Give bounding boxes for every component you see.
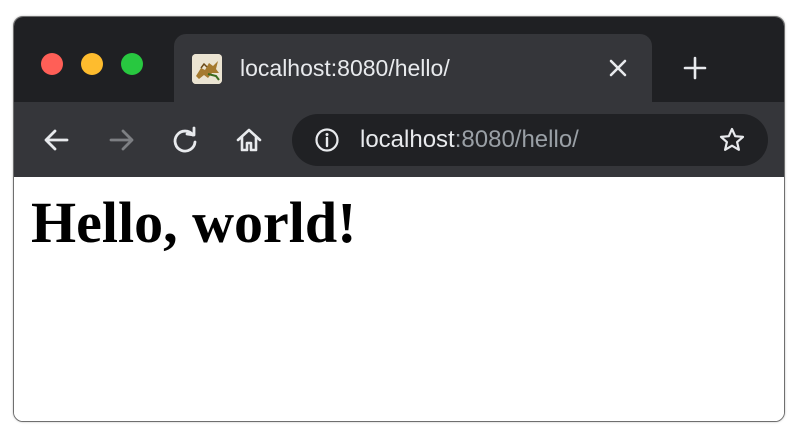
tomcat-favicon-icon bbox=[192, 54, 222, 84]
address-bar[interactable]: localhost:8080/hello/ bbox=[292, 114, 768, 166]
page-content: Hello, world! bbox=[14, 177, 784, 421]
window-minimize-button[interactable] bbox=[81, 53, 103, 75]
star-icon[interactable] bbox=[718, 126, 746, 154]
tab-title: localhost:8080/hello/ bbox=[240, 55, 450, 81]
window-maximize-button[interactable] bbox=[121, 53, 143, 75]
browser-toolbar: localhost:8080/hello/ bbox=[14, 102, 784, 177]
url-text[interactable]: localhost:8080/hello/ bbox=[360, 126, 579, 154]
browser-window: localhost:8080/hello/ localhost:8080/hel… bbox=[13, 16, 785, 422]
page-heading: Hello, world! bbox=[31, 190, 357, 255]
window-close-button[interactable] bbox=[41, 53, 63, 75]
url-path: :8080/hello/ bbox=[454, 126, 579, 153]
new-tab-icon[interactable] bbox=[682, 55, 708, 81]
close-tab-icon[interactable] bbox=[606, 56, 630, 80]
info-icon[interactable] bbox=[314, 127, 340, 153]
arrow-right-icon[interactable] bbox=[106, 125, 136, 155]
reload-icon[interactable] bbox=[170, 125, 200, 155]
tab-active[interactable]: localhost:8080/hello/ bbox=[174, 34, 652, 102]
url-host: localhost bbox=[360, 126, 455, 153]
arrow-left-icon[interactable] bbox=[42, 125, 72, 155]
title-bar: localhost:8080/hello/ bbox=[14, 17, 784, 102]
home-icon[interactable] bbox=[234, 125, 264, 155]
